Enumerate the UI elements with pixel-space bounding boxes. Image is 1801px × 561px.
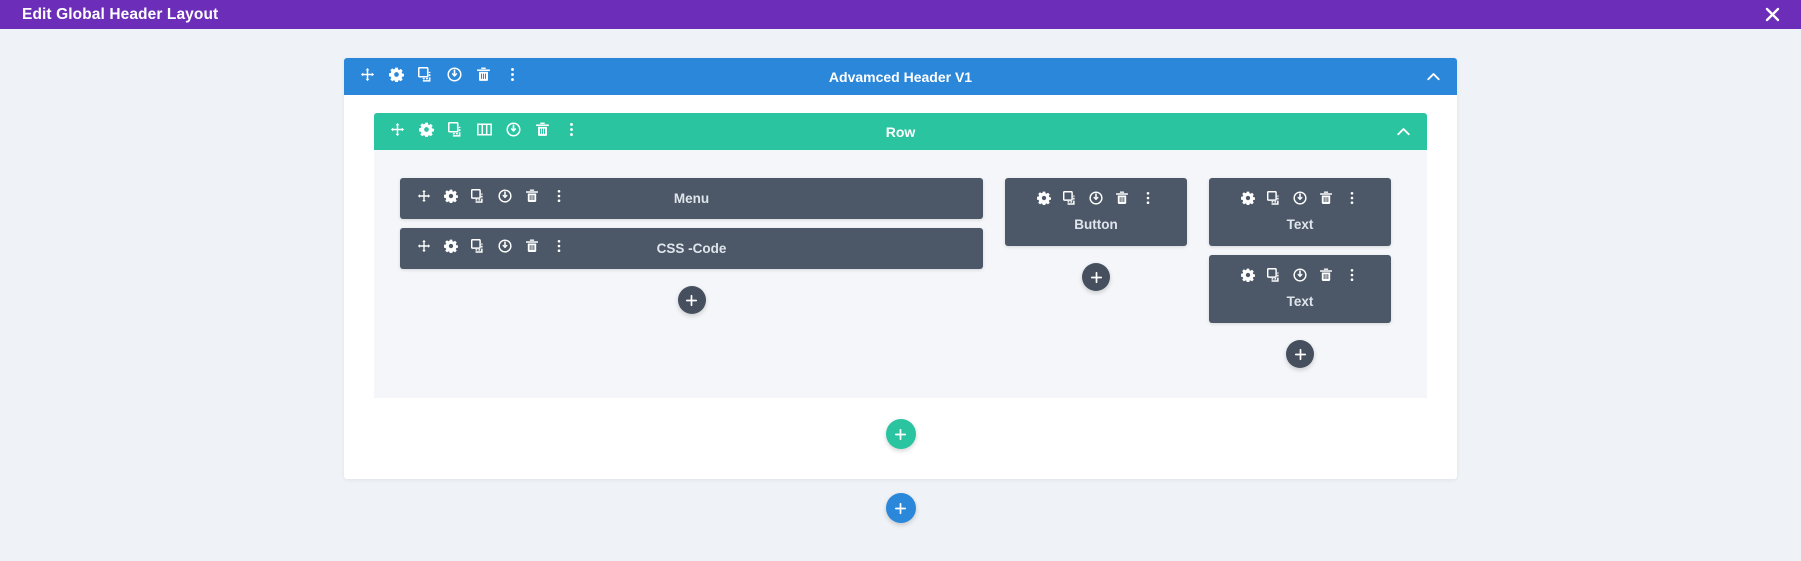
chevron-up-icon[interactable] — [1426, 69, 1441, 84]
trash-icon[interactable] — [1319, 268, 1333, 287]
section-body: Row Menu CSS -Code Button Text Text — [344, 95, 1457, 479]
module-toolbar-icons — [1037, 190, 1155, 210]
module-text-1[interactable]: Text — [1209, 178, 1391, 246]
module-button[interactable]: Button — [1005, 178, 1187, 246]
gear-icon[interactable] — [1037, 191, 1051, 210]
builder-top-bar: Edit Global Header Layout — [0, 0, 1801, 29]
power-icon[interactable] — [1089, 191, 1103, 210]
more-icon[interactable] — [505, 67, 520, 87]
duplicate-icon[interactable] — [1266, 267, 1281, 287]
gear-icon[interactable] — [444, 189, 458, 208]
module-text-2[interactable]: Text — [1209, 255, 1391, 323]
gear-icon[interactable] — [444, 239, 458, 258]
row-toolbar-icons — [374, 121, 579, 142]
module-css-code[interactable]: CSS -Code — [400, 228, 983, 269]
gear-icon[interactable] — [1241, 191, 1255, 210]
add-section-holder — [344, 493, 1457, 523]
section-toolbar: Advamced Header V1 — [344, 58, 1457, 95]
section-toolbar-icons — [344, 66, 520, 87]
duplicate-icon[interactable] — [1266, 190, 1281, 210]
page-title: Edit Global Header Layout — [22, 5, 219, 23]
module-toolbar-icons — [1241, 267, 1359, 287]
trash-icon[interactable] — [525, 239, 539, 258]
power-icon[interactable] — [498, 239, 512, 258]
row-toolbar: Row — [374, 113, 1427, 150]
power-icon[interactable] — [1293, 268, 1307, 287]
move-icon[interactable] — [417, 239, 431, 258]
gear-icon[interactable] — [1241, 268, 1255, 287]
move-icon[interactable] — [360, 67, 375, 87]
gear-icon[interactable] — [389, 67, 404, 87]
duplicate-icon[interactable] — [1062, 190, 1077, 210]
chevron-up-icon[interactable] — [1396, 124, 1411, 139]
more-icon[interactable] — [564, 122, 579, 142]
duplicate-icon[interactable] — [470, 238, 485, 258]
columns-icon[interactable] — [477, 122, 492, 142]
duplicate-icon[interactable] — [417, 66, 433, 87]
trash-icon[interactable] — [535, 122, 550, 142]
trash-icon[interactable] — [1319, 191, 1333, 210]
duplicate-icon[interactable] — [470, 188, 485, 208]
add-module-button-column-1[interactable] — [677, 286, 706, 314]
row-container: Row Menu CSS -Code Button Text Text — [374, 113, 1427, 398]
module-title: Text — [1286, 294, 1314, 309]
module-title: Text — [1286, 217, 1314, 232]
more-icon[interactable] — [1141, 191, 1155, 210]
column-3: Text Text — [1209, 178, 1391, 368]
column-2: Button — [1005, 178, 1187, 291]
section-advamced-header-v1: Advamced Header V1 Row Menu CSS -Code Bu… — [344, 58, 1457, 523]
power-icon[interactable] — [506, 121, 521, 142]
move-icon[interactable] — [417, 189, 431, 208]
module-toolbar-icons — [400, 238, 566, 258]
more-icon[interactable] — [1345, 191, 1359, 210]
power-icon[interactable] — [1293, 191, 1307, 210]
more-icon[interactable] — [1345, 268, 1359, 287]
power-icon[interactable] — [498, 189, 512, 208]
add-row-button[interactable] — [885, 419, 916, 449]
module-toolbar-icons — [400, 188, 566, 208]
trash-icon[interactable] — [476, 67, 491, 87]
add-row-holder — [374, 402, 1427, 449]
gear-icon[interactable] — [419, 122, 434, 142]
module-menu[interactable]: Menu — [400, 178, 983, 219]
more-icon[interactable] — [552, 239, 566, 258]
add-module-button-column-2[interactable] — [1082, 263, 1110, 291]
module-toolbar-icons — [1241, 190, 1359, 210]
power-icon[interactable] — [447, 66, 462, 87]
trash-icon[interactable] — [1115, 191, 1129, 210]
more-icon[interactable] — [552, 189, 566, 208]
trash-icon[interactable] — [525, 189, 539, 208]
row-body: Menu CSS -Code Button Text Text — [374, 150, 1427, 398]
builder-canvas: Advamced Header V1 Row Menu CSS -Code Bu… — [0, 29, 1801, 561]
move-icon[interactable] — [390, 122, 405, 142]
module-title: Button — [1074, 217, 1118, 232]
add-module-button-column-3[interactable] — [1286, 340, 1314, 368]
close-icon[interactable] — [1761, 4, 1783, 26]
column-1: Menu CSS -Code — [400, 178, 983, 314]
duplicate-icon[interactable] — [447, 121, 463, 142]
add-section-button[interactable] — [885, 493, 916, 523]
